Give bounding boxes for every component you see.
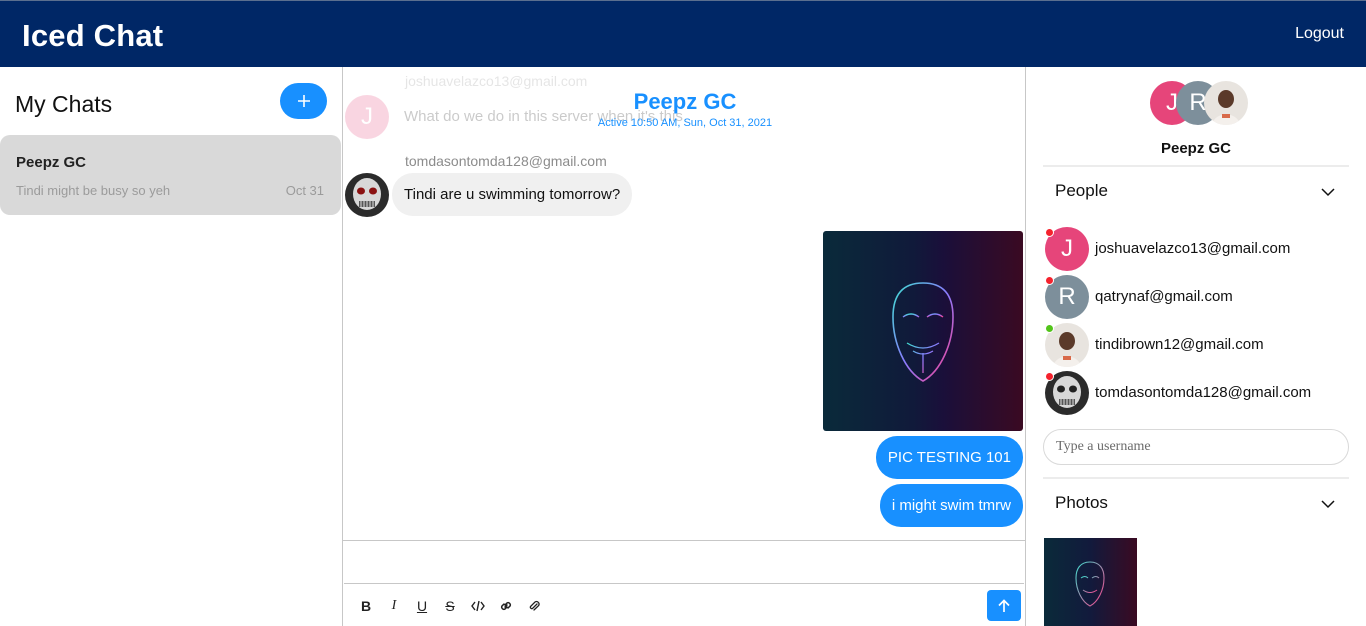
- avatar: [1204, 81, 1248, 125]
- status-dot: [1045, 276, 1054, 285]
- chat-card-last-message: Tindi might be busy so yeh: [16, 183, 171, 198]
- new-chat-button[interactable]: [280, 83, 327, 119]
- avatar: [345, 173, 389, 217]
- photo-thumbnail[interactable]: [1044, 538, 1137, 626]
- chat-header: Peepz GC Active 10:50 AM, Sun, Oct 31, 2…: [343, 89, 1025, 129]
- attachment-icon[interactable]: [525, 597, 543, 615]
- chat-title: Peepz GC: [633, 89, 737, 114]
- italic-icon[interactable]: I: [385, 597, 403, 615]
- group-avatars: J R: [1150, 81, 1260, 125]
- my-chats-title: My Chats: [15, 91, 113, 117]
- chat-details-panel: J R Peepz GC People J joshuavelazco13@gm…: [1026, 67, 1366, 626]
- person-email: tindibrown12@gmail.com: [1095, 336, 1264, 353]
- person-email: joshuavelazco13@gmail.com: [1095, 240, 1291, 257]
- underline-icon[interactable]: U: [413, 597, 431, 615]
- message-sender: tomdasontomda128@gmail.com: [405, 153, 607, 169]
- divider: [1043, 165, 1349, 167]
- format-toolbar: B I U S: [357, 597, 543, 615]
- group-name: Peepz GC: [1160, 140, 1232, 157]
- person-row: tomdasontomda128@gmail.com: [1045, 371, 1345, 415]
- people-section-title: People: [1055, 181, 1108, 200]
- arrow-up-icon: [998, 598, 1010, 612]
- bold-icon[interactable]: B: [357, 597, 375, 615]
- code-icon[interactable]: [469, 597, 487, 615]
- message-composer: B I U S: [343, 540, 1025, 626]
- photos-section-title: Photos: [1055, 493, 1108, 512]
- logout-button[interactable]: Logout: [1295, 25, 1344, 43]
- send-button[interactable]: [987, 590, 1021, 621]
- chat-list-panel: My Chats Peepz GC Tindi might be busy so…: [0, 67, 342, 626]
- person-email: tomdasontomda128@gmail.com: [1095, 384, 1312, 401]
- person-email: qatrynaf@gmail.com: [1095, 288, 1233, 305]
- person-row: tindibrown12@gmail.com: [1045, 323, 1345, 367]
- username-search-input[interactable]: [1043, 429, 1349, 465]
- top-bar: Iced Chat Logout: [0, 0, 1366, 67]
- chat-feed-panel: joshuavelazco13@gmail.com J What do we d…: [342, 67, 1026, 626]
- status-dot: [1045, 324, 1054, 333]
- app-title: Iced Chat: [22, 18, 164, 53]
- message-input[interactable]: [344, 542, 1024, 584]
- chat-card-title: Peepz GC: [16, 154, 87, 171]
- chat-card-date: Oct 31: [285, 183, 324, 198]
- message-bubble: Tindi are u swimming tomorrow?: [392, 173, 633, 216]
- status-dot: [1045, 372, 1054, 381]
- person-row: R qatrynaf@gmail.com: [1045, 275, 1345, 319]
- message-photo[interactable]: [823, 231, 1023, 431]
- chevron-down-icon[interactable]: [1320, 496, 1336, 512]
- message-bubble-outgoing: i might swim tmrw: [879, 484, 1023, 527]
- link-icon[interactable]: [497, 597, 515, 615]
- person-row: J joshuavelazco13@gmail.com: [1045, 227, 1345, 271]
- message-sender: joshuavelazco13@gmail.com: [405, 73, 588, 89]
- divider: [1043, 477, 1349, 479]
- message-bubble-outgoing: PIC TESTING 101: [875, 436, 1023, 479]
- chat-activity-status: Active 10:50 AM, Sun, Oct 31, 2021: [597, 117, 773, 129]
- plus-icon: [297, 95, 310, 107]
- strikethrough-icon[interactable]: S: [441, 597, 459, 615]
- chat-card[interactable]: Peepz GC Tindi might be busy so yeh Oct …: [0, 135, 341, 215]
- chevron-down-icon[interactable]: [1320, 184, 1336, 200]
- status-dot: [1045, 228, 1054, 237]
